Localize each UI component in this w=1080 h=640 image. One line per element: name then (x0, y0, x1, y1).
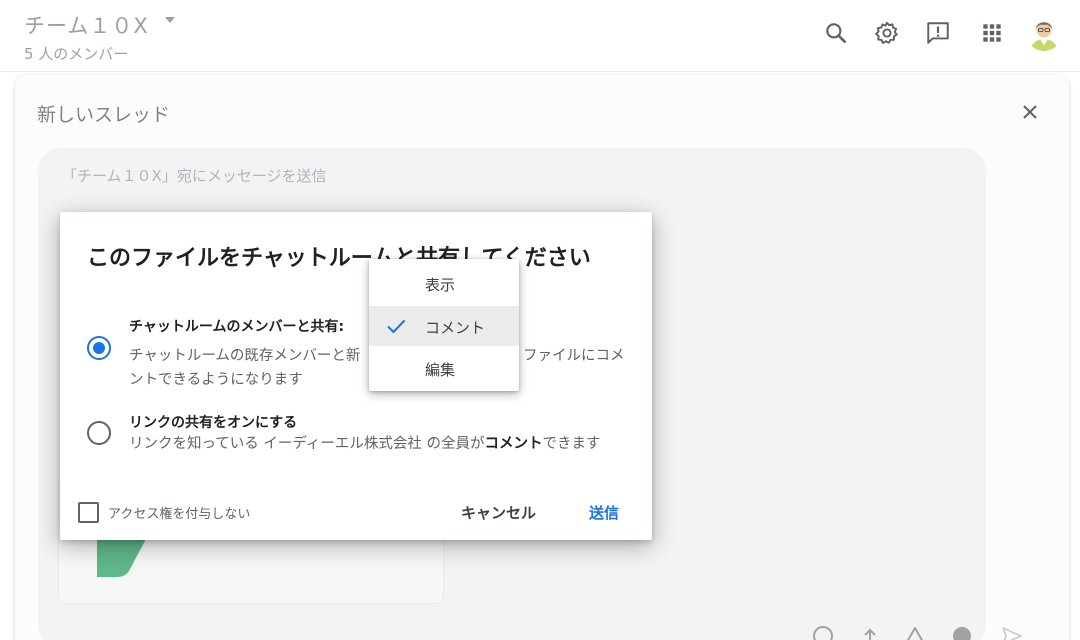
drive-icon[interactable] (903, 624, 927, 640)
send-icon[interactable] (1000, 624, 1024, 640)
member-count[interactable]: 5 人のメンバー (24, 43, 128, 64)
feedback-icon[interactable] (925, 20, 951, 46)
video-meeting-icon[interactable] (950, 624, 974, 640)
no-access-label[interactable]: アクセス権を付与しない (108, 503, 250, 522)
option-link-desc-part2: できます (542, 436, 601, 452)
composer-placeholder[interactable]: 「チーム１０X」宛にメッセージを送信 (62, 165, 327, 186)
app-header: チーム１０X 5 人のメンバー (0, 0, 1080, 72)
check-icon (387, 319, 406, 334)
room-title[interactable]: チーム１０X (24, 10, 149, 40)
menu-item-view[interactable]: 表示 (369, 263, 519, 303)
search-icon[interactable] (823, 20, 849, 46)
close-icon[interactable] (1019, 101, 1041, 123)
option-link-heading[interactable]: リンクの共有をオンにする (129, 412, 297, 432)
gear-icon[interactable] (874, 20, 900, 46)
upload-icon[interactable] (858, 624, 882, 640)
menu-item-edit[interactable]: 編集 (369, 348, 519, 388)
option-members-heading[interactable]: チャットルームのメンバーと共有: (129, 316, 344, 336)
option-members-desc-line1-left: チャットルームの既存メンバーと新 (129, 348, 361, 364)
cancel-button[interactable]: キャンセル (461, 502, 536, 523)
apps-grid-icon[interactable] (979, 20, 1005, 46)
option-link-desc-part1: リンクを知っている イーディーエル株式会社 の全員が (129, 436, 485, 452)
send-button[interactable]: 送信 (589, 502, 619, 523)
option-link-desc-bold: コメント (484, 436, 543, 452)
menu-item-comment[interactable]: コメント (369, 306, 519, 346)
thread-title: 新しいスレッド (37, 104, 171, 126)
option-members-desc-line1-right: ファイルにコメ (523, 348, 625, 364)
no-access-checkbox[interactable] (78, 502, 99, 523)
dialog-title: このファイルをチャットルームと共有してください (87, 246, 591, 271)
avatar[interactable] (1026, 15, 1062, 51)
permission-menu: 表示 コメント 編集 (369, 259, 519, 391)
radio-enable-link-sharing[interactable] (87, 421, 111, 445)
menu-item-label: 編集 (425, 361, 456, 379)
menu-item-label: コメント (425, 319, 486, 337)
option-members-desc-line2: ントできるようになります (129, 372, 303, 388)
chevron-down-icon[interactable] (165, 17, 175, 23)
radio-share-with-members[interactable] (87, 336, 111, 360)
menu-item-label: 表示 (425, 276, 456, 294)
emoji-icon[interactable] (811, 624, 835, 640)
option-link-desc: リンクを知っている イーディーエル株式会社 の全員がコメントできます (129, 432, 600, 456)
